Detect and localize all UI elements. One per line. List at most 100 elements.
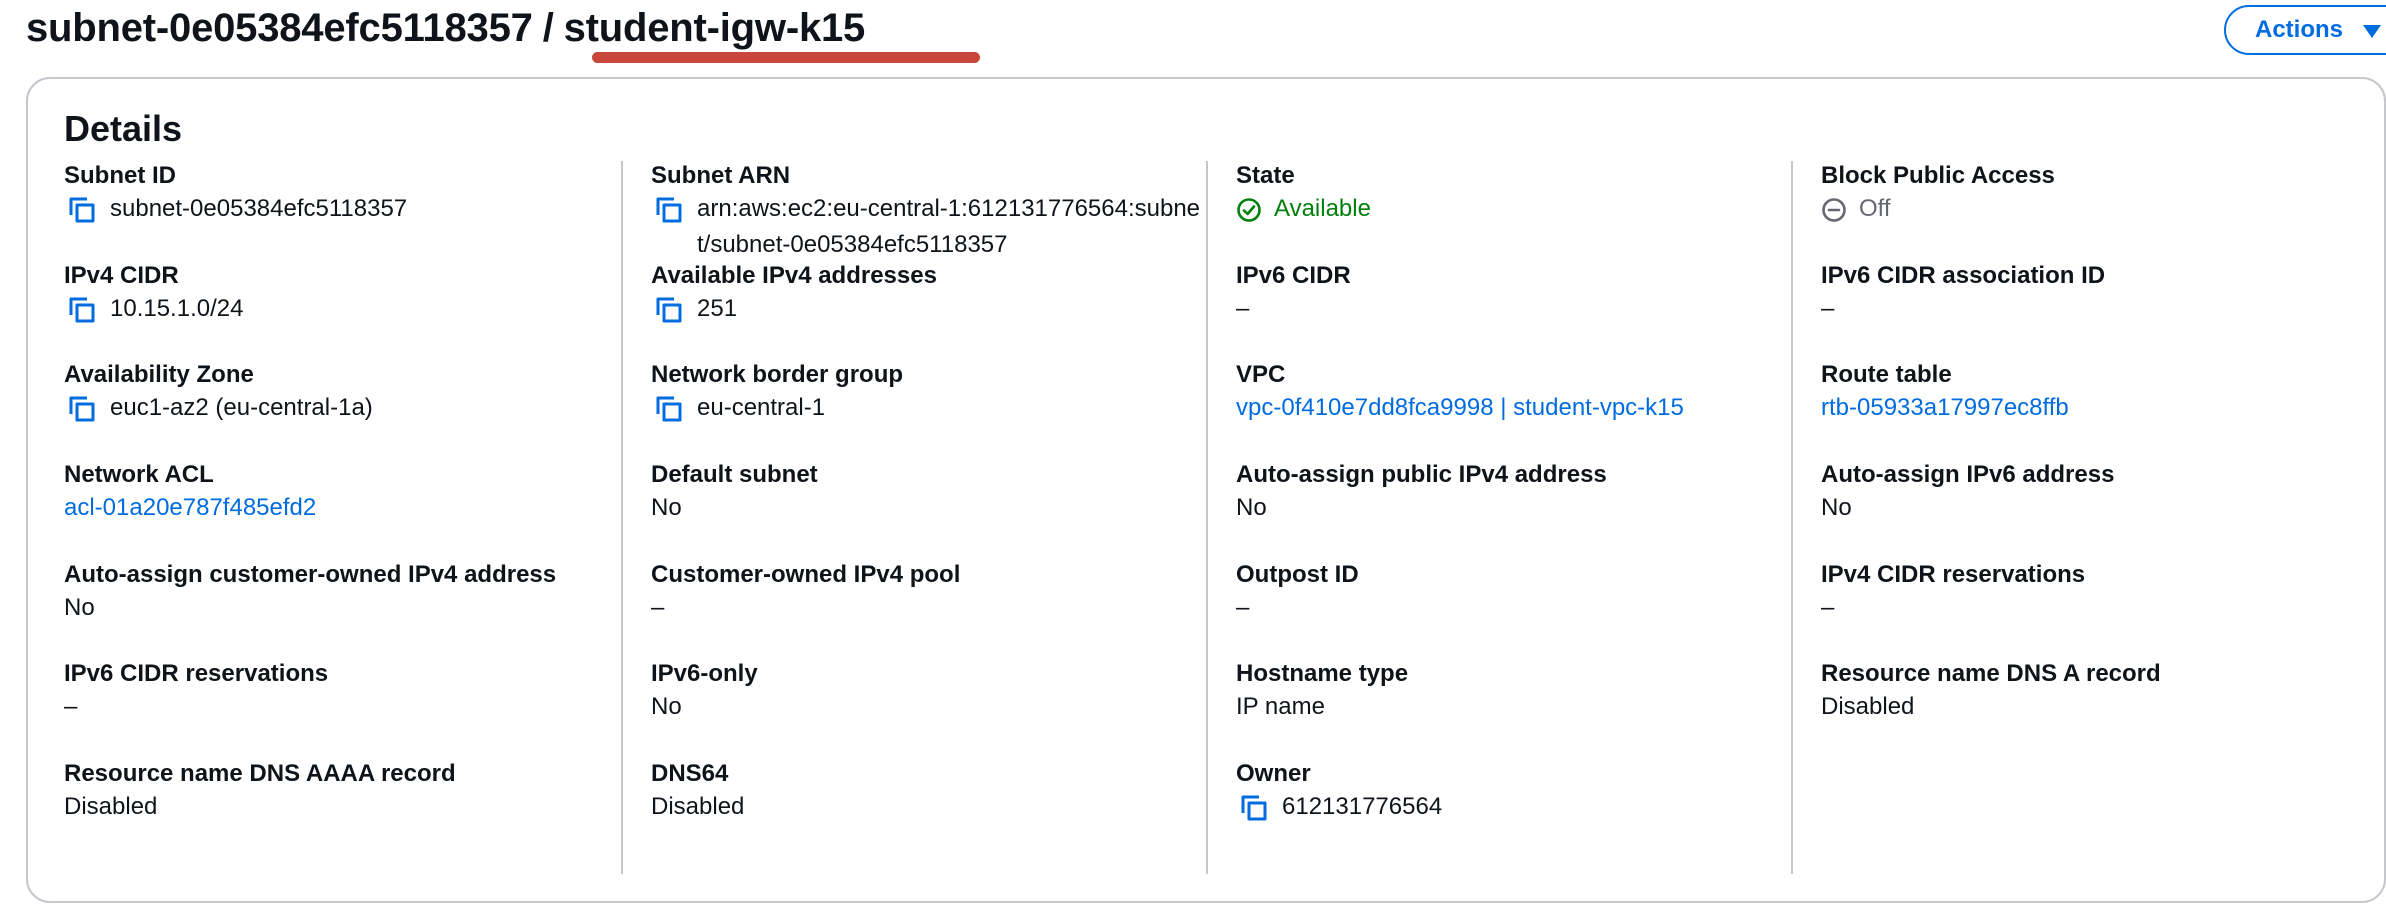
field-value: No	[651, 490, 1211, 526]
field-value-text: subnet-0e05384efc5118357	[110, 195, 408, 222]
copy-icon[interactable]	[651, 191, 685, 227]
field-label: Resource name DNS AAAA record	[64, 760, 456, 787]
field-value: Disabled	[1821, 689, 2381, 725]
field-value: –	[1236, 291, 1796, 327]
field-dns64: DNS64 Disabled	[651, 759, 1211, 825]
field-label: Block Public Access	[1821, 162, 2055, 189]
field-network-border-group: Network border group eu-central-1	[651, 360, 1211, 426]
field-label: Network border group	[651, 361, 904, 388]
field-value: –	[1236, 590, 1796, 626]
field-value-text: –	[1821, 295, 1835, 322]
field-label: Network ACL	[64, 461, 214, 488]
field-value-link[interactable]: rtb-05933a17997ec8ffb	[1821, 390, 2069, 426]
field-owner: Owner 612131776564	[1236, 759, 1796, 825]
field-value-text: Available	[1274, 195, 1371, 222]
details-column-2: Subnet ARN arn:aws:ec2:eu-central-1:61213…	[621, 161, 1206, 874]
field-value: arn:aws:ec2:eu-central-1:612131776564:su…	[651, 191, 1211, 263]
details-column-1: Subnet ID subnet-0e05384efc5118357 IPv4 CI…	[64, 161, 649, 874]
field-value: No	[651, 689, 1211, 725]
field-label: Customer-owned IPv4 pool	[651, 561, 961, 588]
field-value-text: –	[1821, 594, 1835, 621]
field-label: Auto-assign public IPv4 address	[1236, 461, 1607, 488]
field-route-table: Route table rtb-05933a17997ec8ffb	[1821, 360, 2381, 426]
field-value-text: No	[651, 494, 682, 521]
field-value: vpc-0f410e7dd8fca9998 | student-vpc-k15	[1236, 390, 1796, 426]
field-label: Resource name DNS A record	[1821, 660, 2161, 687]
field-block-public-access: Block Public Access Off	[1821, 161, 2381, 227]
field-value: –	[1821, 590, 2381, 626]
field-value: 10.15.1.0/24	[64, 291, 624, 327]
field-value-text: 612131776564	[1282, 793, 1443, 820]
field-label: State	[1236, 162, 1295, 189]
field-value-text: Disabled	[64, 793, 158, 820]
field-label: Availability Zone	[64, 361, 254, 388]
field-auto-assign-customer-owned-ipv4-address: Auto-assign customer-owned IPv4 address N…	[64, 560, 624, 626]
field-label: Subnet ARN	[651, 162, 791, 189]
details-column-4: Block Public Access Off IPv6 CIDR associat…	[1791, 161, 2376, 874]
field-value-link[interactable]: acl-01a20e787f485efd2	[64, 490, 316, 526]
status-available-icon	[1236, 191, 1266, 227]
page-title-name: student-igw-k15	[563, 6, 866, 50]
field-value-text: euc1-az2 (eu-central-1a)	[110, 394, 373, 421]
field-resource-name-dns-aaaa-record: Resource name DNS AAAA record Disabled	[64, 759, 624, 825]
field-value-text: Disabled	[651, 793, 745, 820]
field-value-link[interactable]: vpc-0f410e7dd8fca9998 | student-vpc-k15	[1236, 390, 1684, 426]
field-ipv6-cidr: IPv6 CIDR –	[1236, 261, 1796, 327]
field-available-ipv4-addresses: Available IPv4 addresses 251	[651, 261, 1211, 327]
field-subnet-arn: Subnet ARN arn:aws:ec2:eu-central-1:61213…	[651, 161, 1211, 263]
status-off-icon	[1821, 191, 1851, 227]
field-value: No	[64, 590, 624, 626]
annotation-underline	[592, 52, 980, 63]
field-value: subnet-0e05384efc5118357	[64, 191, 624, 227]
field-ipv6-cidr-association-id: IPv6 CIDR association ID –	[1821, 261, 2381, 327]
field-ipv4-cidr: IPv4 CIDR 10.15.1.0/24	[64, 261, 624, 327]
field-value: –	[64, 689, 624, 725]
actions-button-label: Actions	[2255, 16, 2344, 43]
field-value-text: No	[651, 693, 682, 720]
field-ipv6-cidr-reservations: IPv6 CIDR reservations –	[64, 659, 624, 725]
field-label: Auto-assign customer-owned IPv4 address	[64, 561, 557, 588]
field-label: IPv6 CIDR reservations	[64, 660, 329, 687]
field-label: Route table	[1821, 361, 1952, 388]
page-title: subnet-0e05384efc5118357/student-igw-k15	[26, 2, 865, 54]
field-label: Outpost ID	[1236, 561, 1359, 588]
field-value: Available	[1236, 191, 1796, 227]
field-value: No	[1236, 490, 1796, 526]
field-value: acl-01a20e787f485efd2	[64, 490, 624, 526]
field-resource-name-dns-a-record: Resource name DNS A record Disabled	[1821, 659, 2381, 725]
field-value: 251	[651, 291, 1211, 327]
field-outpost-id: Outpost ID –	[1236, 560, 1796, 626]
field-label: VPC	[1236, 361, 1286, 388]
details-column-3: State Available IPv6 CIDR – VPC vpc-0f410e7dd…	[1206, 161, 1791, 874]
field-auto-assign-ipv6-address: Auto-assign IPv6 address No	[1821, 460, 2381, 526]
copy-icon[interactable]	[64, 191, 98, 227]
field-value: No	[1821, 490, 2381, 526]
field-value-text: 10.15.1.0/24	[110, 295, 244, 322]
field-value-text: No	[1236, 494, 1267, 521]
field-availability-zone: Availability Zone euc1-az2 (eu-central-1a…	[64, 360, 624, 426]
copy-icon[interactable]	[651, 390, 685, 426]
field-value: eu-central-1	[651, 390, 1211, 426]
field-label: DNS64	[651, 760, 729, 787]
copy-icon[interactable]	[64, 291, 98, 327]
field-vpc: VPC vpc-0f410e7dd8fca9998 | student-vpc-k…	[1236, 360, 1796, 426]
field-value-text: Disabled	[1821, 693, 1915, 720]
field-value: IP name	[1236, 689, 1796, 725]
field-auto-assign-public-ipv4-address: Auto-assign public IPv4 address No	[1236, 460, 1796, 526]
field-value: Disabled	[651, 789, 1211, 825]
field-label: IPv6 CIDR association ID	[1821, 262, 2106, 289]
field-value: rtb-05933a17997ec8ffb	[1821, 390, 2381, 426]
field-ipv4-cidr-reservations: IPv4 CIDR reservations –	[1821, 560, 2381, 626]
copy-icon[interactable]	[64, 390, 98, 426]
copy-icon[interactable]	[651, 291, 685, 327]
field-subnet-id: Subnet ID subnet-0e05384efc5118357	[64, 161, 624, 227]
field-value-text: –	[64, 693, 78, 720]
field-hostname-type: Hostname type IP name	[1236, 659, 1796, 725]
field-value-text: No	[1821, 494, 1852, 521]
actions-button[interactable]: Actions	[2224, 5, 2386, 55]
page-title-separator: /	[542, 6, 554, 50]
field-label: Hostname type	[1236, 660, 1409, 687]
field-value-text: arn:aws:ec2:eu-central-1:612131776564:su…	[697, 195, 1201, 258]
copy-icon[interactable]	[1236, 789, 1270, 825]
field-label: IPv6-only	[651, 660, 758, 687]
